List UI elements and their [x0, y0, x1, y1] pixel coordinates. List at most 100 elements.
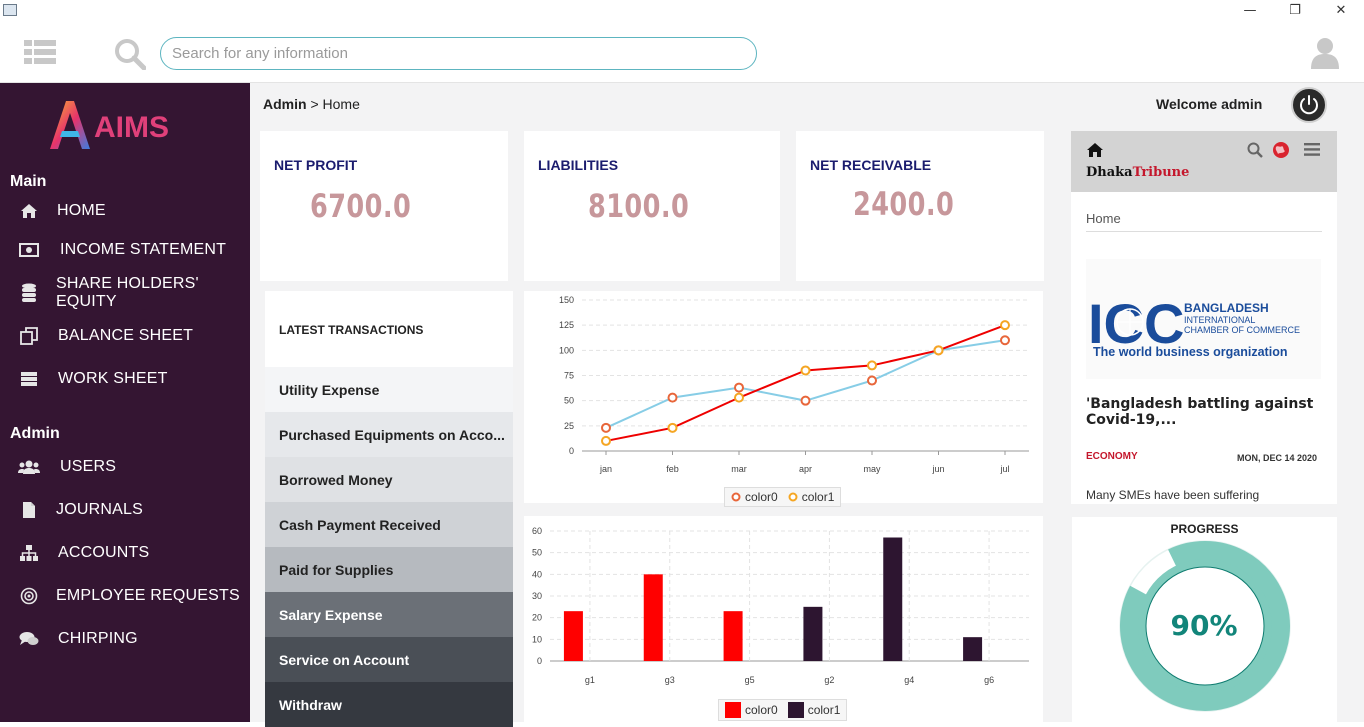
- svg-text:CHAMBER OF COMMERCE: CHAMBER OF COMMERCE: [1184, 325, 1300, 335]
- sidebar-item-income-statement[interactable]: INCOME STATEMENT: [0, 233, 250, 267]
- hamburger-icon[interactable]: [1303, 142, 1321, 157]
- search-icon[interactable]: [114, 38, 146, 70]
- user-icon[interactable]: [1311, 37, 1339, 69]
- news-date: MON, DEC 14 2020: [1237, 453, 1318, 463]
- sidebar-item-accounts[interactable]: ACCOUNTS: [0, 536, 250, 570]
- news-nav-home[interactable]: Home: [1086, 211, 1121, 226]
- y-tick-label: 25: [564, 421, 574, 431]
- transaction-row[interactable]: Service on Account: [265, 637, 513, 682]
- sidebar-item-home[interactable]: HOME: [0, 194, 250, 228]
- stat-title: NET RECEIVABLE: [810, 157, 932, 173]
- x-tick-label: g5: [745, 675, 755, 685]
- bar: [883, 537, 903, 661]
- legend-label: color1: [801, 490, 835, 504]
- minimize-button[interactable]: —: [1240, 2, 1260, 20]
- news-header: DhakaTribune: [1071, 131, 1337, 192]
- sidebar-item-employee-requests[interactable]: EMPLOYEE REQUESTS: [0, 579, 250, 613]
- transaction-label: Withdraw: [279, 696, 342, 713]
- transaction-label: Paid for Supplies: [279, 561, 394, 578]
- x-tick-label: g3: [665, 675, 675, 685]
- bar: [563, 611, 583, 661]
- transaction-row[interactable]: Salary Expense: [265, 592, 513, 637]
- welcome-text: Welcome admin: [1156, 96, 1263, 112]
- icc-logo-image[interactable]: ICC BANGLADESH INTERNATIONAL CHAMBER OF …: [1086, 259, 1321, 379]
- power-icon: [1300, 95, 1318, 115]
- data-point: [667, 422, 678, 433]
- bar: [723, 611, 743, 661]
- search-input[interactable]: [160, 37, 757, 70]
- stat-value: 2400.0: [853, 185, 955, 223]
- y-tick-label: 60: [532, 526, 542, 536]
- sidebar-item-share-holders-equity[interactable]: SHARE HOLDERS' EQUITY: [0, 275, 250, 310]
- data-point: [601, 422, 611, 433]
- legend-item[interactable]: color1: [787, 702, 840, 718]
- file-icon: [18, 500, 40, 520]
- y-tick-label: 20: [532, 613, 542, 623]
- transaction-row[interactable]: Borrowed Money: [265, 457, 513, 502]
- y-tick-label: 150: [559, 295, 574, 305]
- legend-item[interactable]: color1: [788, 490, 835, 504]
- legend-marker: [731, 492, 741, 502]
- server-icon: [18, 369, 40, 389]
- stat-value: 8100.0: [588, 187, 690, 225]
- svg-text:AIMS: AIMS: [94, 111, 169, 144]
- transaction-row[interactable]: Utility Expense: [265, 367, 513, 412]
- series-line: [605, 324, 1006, 442]
- y-tick-label: 0: [569, 446, 574, 456]
- x-tick-label: jul: [999, 464, 1009, 474]
- transaction-row[interactable]: Paid for Supplies: [265, 547, 513, 592]
- close-button[interactable]: ✕: [1331, 2, 1351, 20]
- home-icon[interactable]: [1086, 142, 1104, 158]
- sidebar-item-journals[interactable]: JOURNALS: [0, 493, 250, 527]
- svg-text:INTERNATIONAL: INTERNATIONAL: [1184, 315, 1255, 325]
- y-tick-label: 75: [564, 371, 574, 381]
- stat-title: NET PROFIT: [274, 157, 358, 173]
- news-headline[interactable]: 'Bangladesh battling against Covid-19,..…: [1086, 396, 1322, 428]
- sidebar-item-balance-sheet[interactable]: BALANCE SHEET: [0, 319, 250, 353]
- data-point: [867, 375, 877, 386]
- data-point: [800, 395, 811, 406]
- search-icon[interactable]: [1247, 142, 1263, 158]
- transaction-label: Cash Payment Received: [279, 516, 441, 533]
- globe-icon[interactable]: [1272, 141, 1290, 159]
- breadcrumb-root[interactable]: Admin: [263, 96, 307, 112]
- copy-icon: [18, 326, 40, 346]
- y-tick-label: 50: [532, 548, 542, 558]
- restore-button[interactable]: ❐: [1285, 2, 1305, 20]
- transactions-heading: LATEST TRANSACTIONS: [279, 323, 424, 337]
- series-line: [605, 339, 1006, 429]
- database-icon: [18, 283, 40, 303]
- y-tick-label: 100: [559, 345, 574, 355]
- y-tick-label: 50: [564, 396, 574, 406]
- app-icon: [3, 4, 17, 16]
- section-label-admin: Admin: [10, 425, 60, 442]
- y-tick-label: 30: [532, 591, 542, 601]
- sidebar-item-label: INCOME STATEMENT: [60, 241, 227, 258]
- sitemap-icon: [18, 543, 40, 563]
- menu-icon[interactable]: [24, 39, 56, 65]
- legend-swatch: [725, 702, 741, 718]
- progress-value: 90%: [1170, 609, 1238, 642]
- legend-item[interactable]: color0: [725, 702, 778, 718]
- x-tick-label: g2: [824, 675, 834, 685]
- data-point: [800, 365, 811, 376]
- legend-item[interactable]: color0: [731, 490, 778, 504]
- logout-button[interactable]: [1291, 87, 1327, 123]
- sidebar-item-users[interactable]: USERS: [0, 450, 250, 484]
- line-chart-legend: color0 color1: [724, 487, 842, 507]
- sidebar-item-work-sheet[interactable]: WORK SHEET: [0, 362, 250, 396]
- sidebar: AIMS Main HOME INCOME STATEMENT SHARE HO…: [0, 83, 250, 722]
- bar: [803, 606, 823, 661]
- sidebar-item-label: USERS: [60, 458, 117, 475]
- news-category[interactable]: ECONOMY: [1086, 451, 1138, 462]
- data-point: [734, 382, 744, 393]
- transaction-row[interactable]: Cash Payment Received: [265, 502, 513, 547]
- sidebar-item-chirping[interactable]: CHIRPING: [0, 622, 250, 656]
- target-icon: [18, 586, 40, 606]
- transaction-row[interactable]: Withdraw: [265, 682, 513, 727]
- x-tick-label: apr: [799, 464, 812, 474]
- stat-card-net-receivable: NET RECEIVABLE 2400.0: [796, 131, 1044, 281]
- stat-card-liabilities: LIABILITIES 8100.0: [524, 131, 780, 281]
- transaction-row[interactable]: Purchased Equipments on Acco...: [265, 412, 513, 457]
- y-tick-label: 10: [532, 634, 542, 644]
